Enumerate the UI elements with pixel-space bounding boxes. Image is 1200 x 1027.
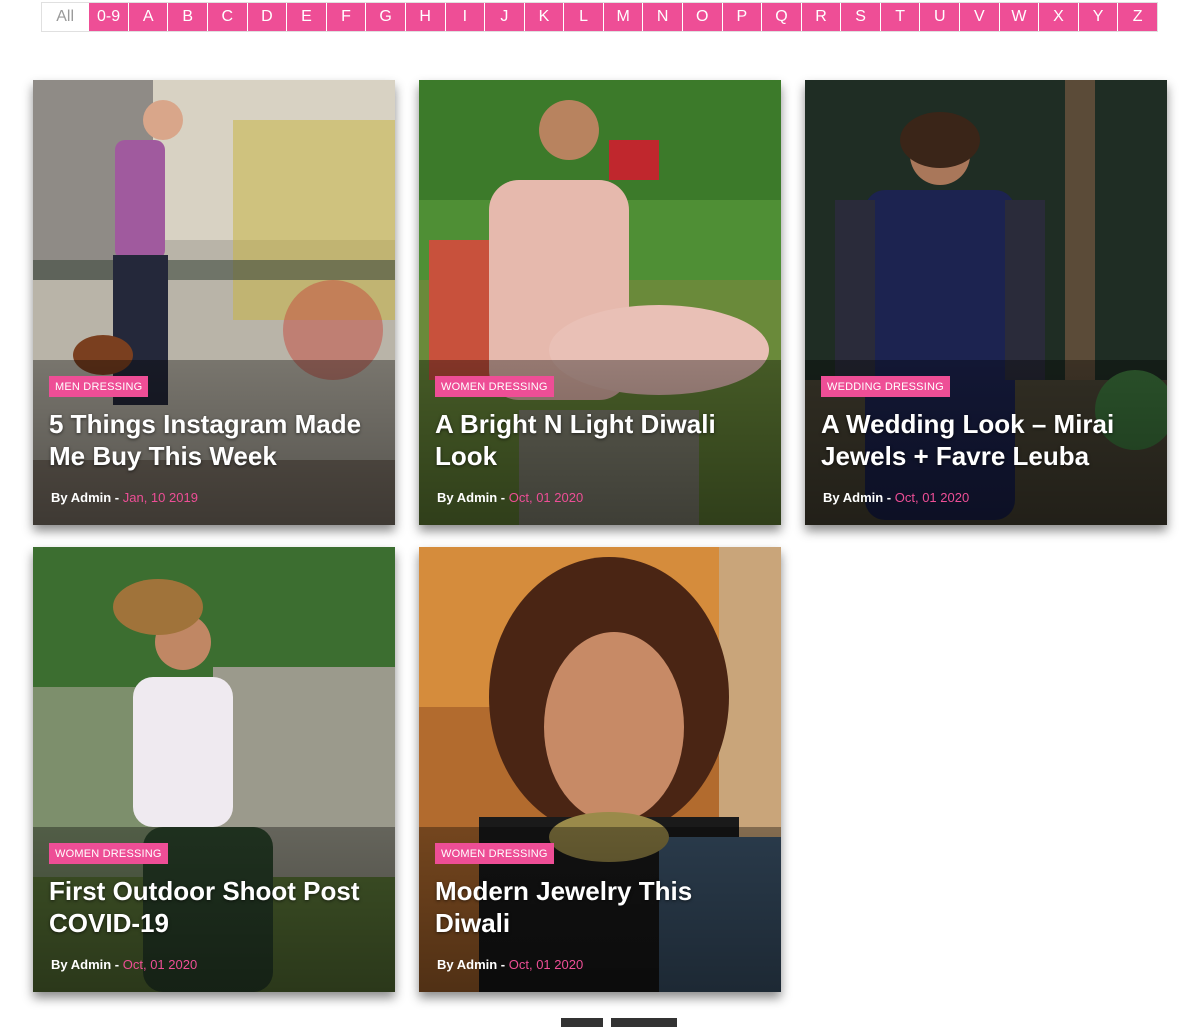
post-date: Oct, 01 2020 xyxy=(122,957,198,972)
alphabet-filter-j[interactable]: J xyxy=(484,3,524,31)
pagination xyxy=(561,1018,677,1027)
alphabet-filter-k[interactable]: K xyxy=(523,3,564,31)
alphabet-filter-c[interactable]: C xyxy=(207,3,247,31)
alphabet-filter-v[interactable]: V xyxy=(959,3,999,31)
alphabet-filter-m[interactable]: M xyxy=(602,3,643,31)
alphabet-filter-0-9[interactable]: 0-9 xyxy=(88,3,128,31)
alphabet-filter-n[interactable]: N xyxy=(642,3,682,31)
category-badge[interactable]: MEN DRESSING xyxy=(49,376,149,397)
post-meta: By Admin - Oct, 01 2020 xyxy=(823,490,969,505)
alphabet-filter-e[interactable]: E xyxy=(286,3,326,31)
post-author: By Admin - xyxy=(437,490,509,505)
alphabet-filter-i[interactable]: I xyxy=(444,3,485,31)
post-card[interactable]: MEN DRESSING 5 Things Instagram Made Me … xyxy=(33,80,395,525)
post-date: Oct, 01 2020 xyxy=(508,957,584,972)
category-badge[interactable]: WEDDING DRESSING xyxy=(821,376,950,397)
alphabet-filter-all[interactable]: All xyxy=(42,3,89,31)
alphabet-filter-s[interactable]: S xyxy=(840,3,880,31)
post-card[interactable]: WOMEN DRESSING A Bright N Light Diwali L… xyxy=(419,80,781,525)
alphabet-filter-y[interactable]: Y xyxy=(1077,3,1118,31)
post-meta: By Admin - Oct, 01 2020 xyxy=(437,957,583,972)
page-button[interactable] xyxy=(561,1018,603,1027)
post-card[interactable]: WOMEN DRESSING Modern Jewelry This Diwal… xyxy=(419,547,781,992)
alphabet-filter-t[interactable]: T xyxy=(879,3,920,31)
post-card[interactable]: WOMEN DRESSING First Outdoor Shoot Post … xyxy=(33,547,395,992)
alphabet-filter-g[interactable]: G xyxy=(365,3,405,31)
alphabet-filter-l[interactable]: L xyxy=(563,3,603,31)
post-date: Oct, 01 2020 xyxy=(894,490,970,505)
alphabet-filter-b[interactable]: B xyxy=(167,3,208,31)
alphabet-filter-o[interactable]: O xyxy=(681,3,722,31)
alphabet-filter-w[interactable]: W xyxy=(998,3,1039,31)
post-author: By Admin - xyxy=(51,957,123,972)
alphabet-filter-x[interactable]: X xyxy=(1038,3,1078,31)
next-page-button[interactable] xyxy=(611,1018,677,1027)
post-author: By Admin - xyxy=(51,490,123,505)
alphabet-filter-q[interactable]: Q xyxy=(761,3,801,31)
post-title[interactable]: 5 Things Instagram Made Me Buy This Week xyxy=(49,408,381,472)
alphabet-filter-h[interactable]: H xyxy=(404,3,445,31)
post-meta: By Admin - Oct, 01 2020 xyxy=(51,957,197,972)
post-card[interactable]: WEDDING DRESSING A Wedding Look – Mirai … xyxy=(805,80,1167,525)
alphabet-filter-bar: All 0-9 A B C D E F G H I J K L M N O P Q R S T U V W X Y Z xyxy=(41,2,1158,32)
post-title[interactable]: Modern Jewelry This Diwali xyxy=(435,875,767,939)
post-date: Oct, 01 2020 xyxy=(508,490,584,505)
alphabet-filter-r[interactable]: R xyxy=(800,3,841,31)
post-author: By Admin - xyxy=(823,490,895,505)
post-title[interactable]: First Outdoor Shoot Post COVID-19 xyxy=(49,875,381,939)
alphabet-filter-d[interactable]: D xyxy=(246,3,287,31)
post-meta: By Admin - Oct, 01 2020 xyxy=(437,490,583,505)
post-title[interactable]: A Bright N Light Diwali Look xyxy=(435,408,767,472)
alphabet-filter-u[interactable]: U xyxy=(919,3,960,31)
category-badge[interactable]: WOMEN DRESSING xyxy=(49,843,168,864)
alphabet-filter-z[interactable]: Z xyxy=(1117,3,1157,31)
post-date: Jan, 10 2019 xyxy=(122,490,198,505)
post-title[interactable]: A Wedding Look – Mirai Jewels + Favre Le… xyxy=(821,408,1153,472)
alphabet-filter-f[interactable]: F xyxy=(325,3,366,31)
alphabet-filter-p[interactable]: P xyxy=(721,3,762,31)
post-author: By Admin - xyxy=(437,957,509,972)
category-badge[interactable]: WOMEN DRESSING xyxy=(435,376,554,397)
post-meta: By Admin - Jan, 10 2019 xyxy=(51,490,198,505)
alphabet-filter-a[interactable]: A xyxy=(127,3,168,31)
category-badge[interactable]: WOMEN DRESSING xyxy=(435,843,554,864)
